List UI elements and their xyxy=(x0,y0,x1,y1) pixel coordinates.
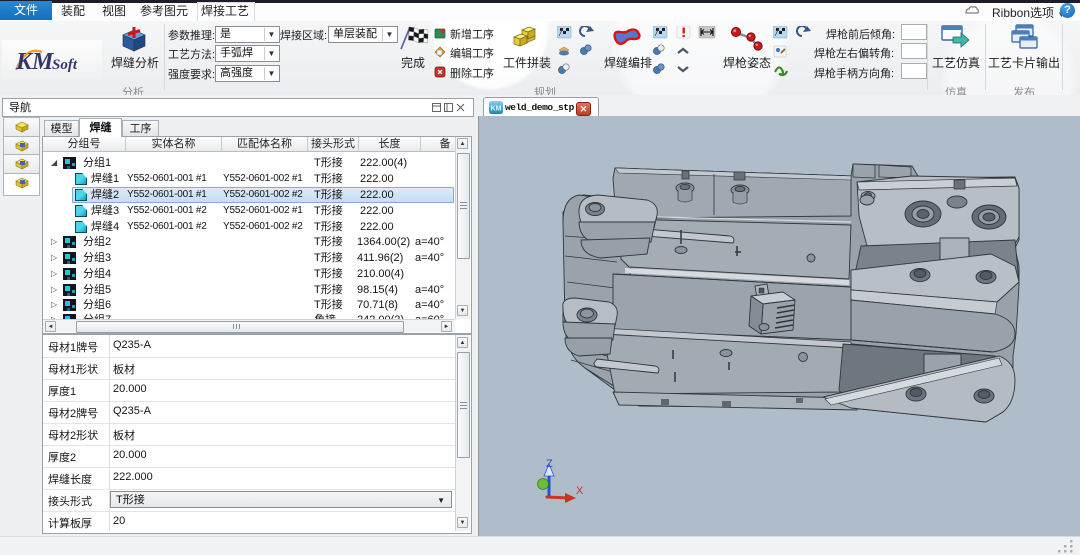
svg-text:Z: Z xyxy=(546,458,553,470)
svg-text:X: X xyxy=(576,485,584,497)
svg-text:KM: KM xyxy=(491,106,502,113)
svg-text:KM: KM xyxy=(15,49,55,75)
svg-text:Soft: Soft xyxy=(52,57,78,73)
